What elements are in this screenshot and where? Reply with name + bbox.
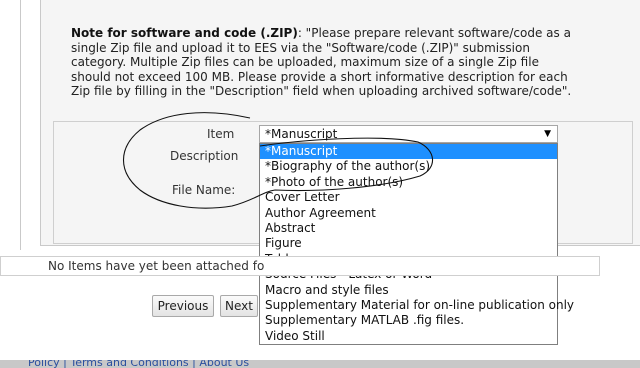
option-cover-letter[interactable]: Cover Letter xyxy=(260,190,557,205)
description-label: Description xyxy=(170,149,239,163)
chevron-down-icon[interactable]: ▼ xyxy=(544,126,551,142)
option-macro-style[interactable]: Macro and style files xyxy=(260,283,557,298)
footer-links[interactable]: Policy | Terms and Conditions | About Us xyxy=(28,360,249,368)
item-dropdown-list: *Manuscript *Biography of the author(s) … xyxy=(259,143,574,345)
note-line-5: Zip file by filling in the "Description"… xyxy=(71,84,572,99)
option-photo[interactable]: *Photo of the author(s) xyxy=(260,175,557,190)
footer-bar: Policy | Terms and Conditions | About Us xyxy=(0,360,640,368)
option-supplementary-matlab[interactable]: Supplementary MATLAB .fig files. xyxy=(260,313,557,328)
next-button[interactable]: Next xyxy=(220,295,258,317)
option-figure[interactable]: Figure xyxy=(260,236,557,251)
option-supplementary-material[interactable]: Supplementary Material for on-line publi… xyxy=(260,298,574,313)
note-heading: Note for software and code (.ZIP) xyxy=(71,26,298,40)
option-manuscript[interactable]: *Manuscript xyxy=(260,144,557,160)
attached-items-table: No Items have yet been attached fo xyxy=(0,256,600,276)
option-abstract[interactable]: Abstract xyxy=(260,221,557,236)
file-name-label: File Name: xyxy=(172,183,236,197)
option-biography[interactable]: *Biography of the author(s) xyxy=(260,159,557,174)
no-items-message: No Items have yet been attached fo xyxy=(48,259,265,273)
note-line-4: should not exceed 100 MB. Please provide… xyxy=(71,69,568,84)
item-select-value: *Manuscript xyxy=(265,127,338,141)
note-line-2: single Zip file and upload it to EES via… xyxy=(71,40,530,55)
previous-button[interactable]: Previous xyxy=(152,295,214,317)
zip-note: Note for software and code (.ZIP): "Plea… xyxy=(71,26,631,99)
item-select[interactable]: *Manuscript ▼ xyxy=(259,125,558,143)
left-border xyxy=(20,0,21,250)
option-video-still[interactable]: Video Still xyxy=(260,329,557,344)
item-label: Item xyxy=(207,127,235,141)
note-line-3: category. Multiple Zip files can be uplo… xyxy=(71,55,539,70)
note-line-1: : "Please prepare relevant software/code… xyxy=(297,26,571,40)
option-author-agreement[interactable]: Author Agreement xyxy=(260,206,557,221)
